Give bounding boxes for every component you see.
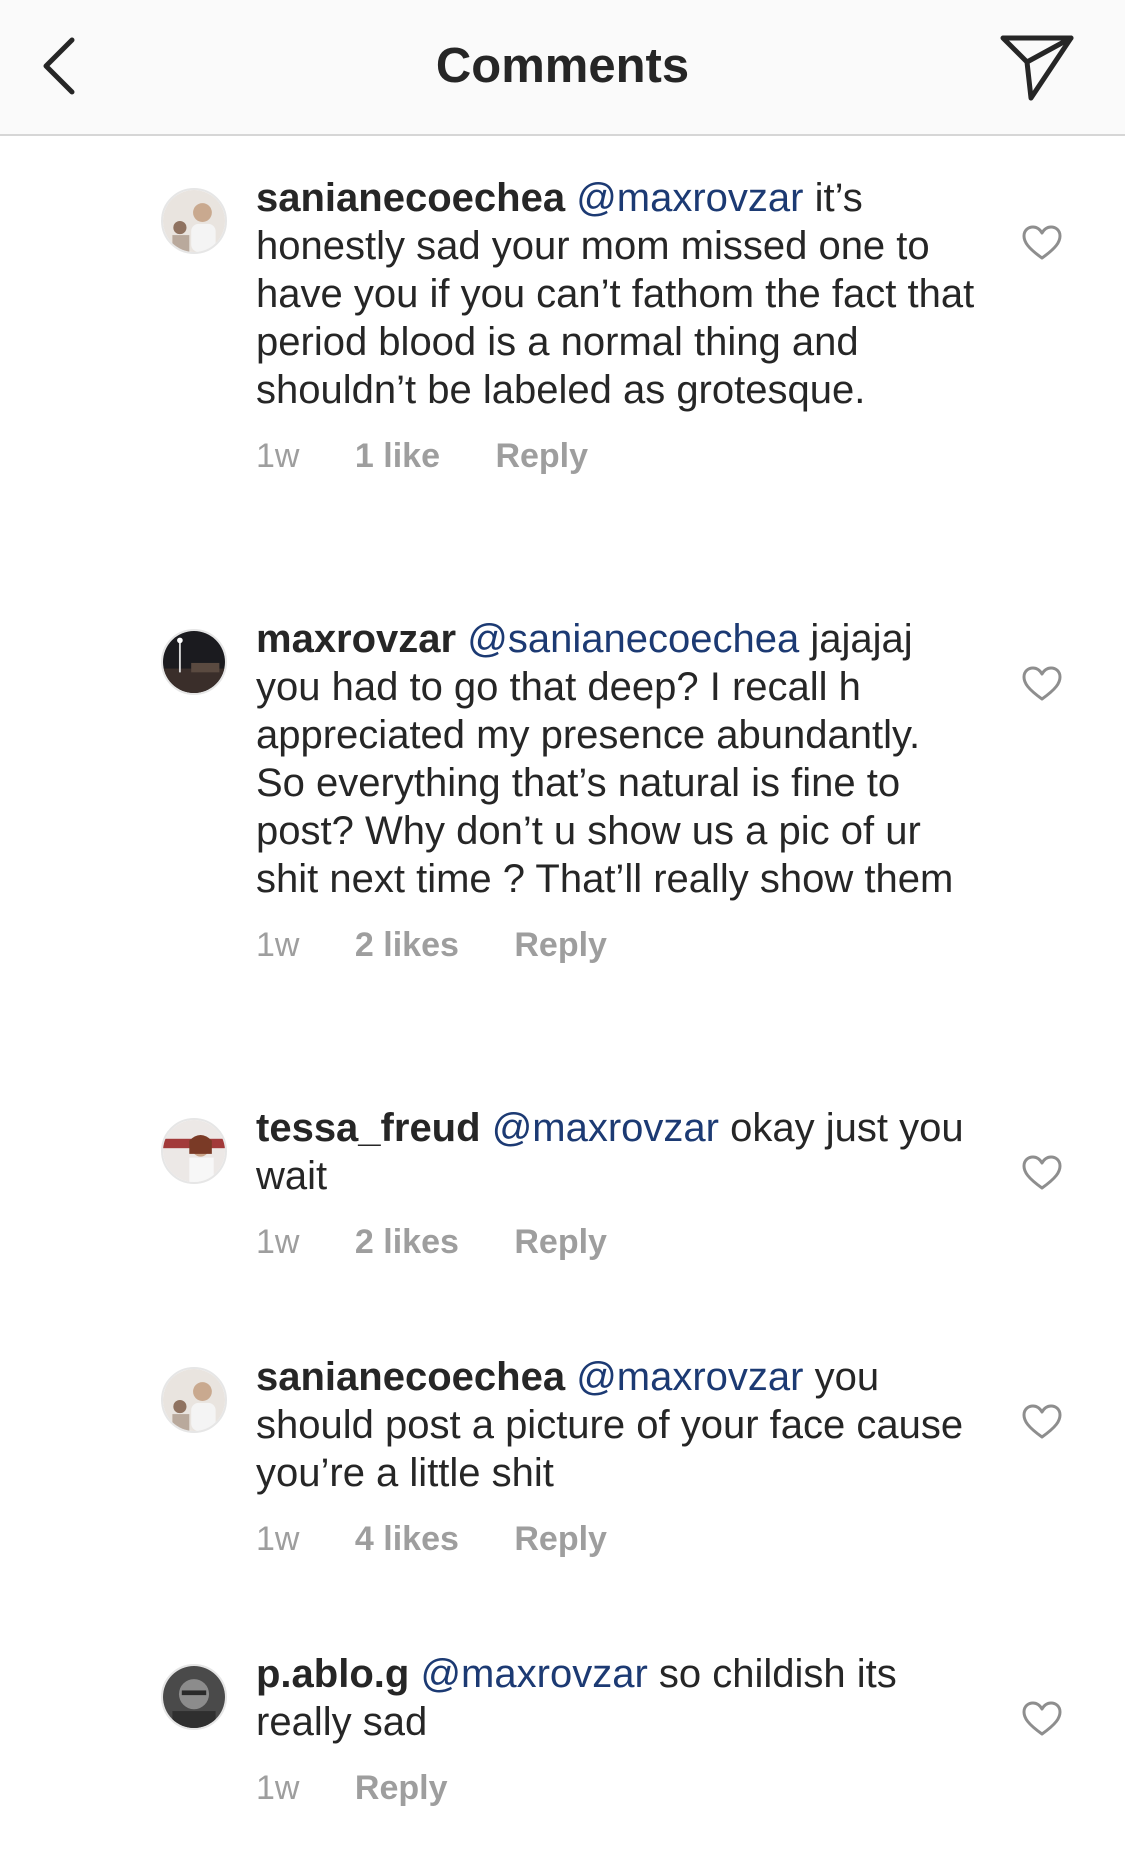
comment-mention[interactable]: @maxrovzar (420, 1652, 647, 1696)
comment-likes[interactable]: 2 likes (355, 921, 459, 969)
reply-button[interactable]: Reply (355, 1764, 448, 1812)
reply-button[interactable]: Reply (514, 921, 607, 969)
avatar[interactable] (161, 188, 227, 254)
comment-username[interactable]: maxrovzar (256, 617, 456, 661)
comment-mention[interactable]: @sanianecoechea (467, 617, 799, 661)
comment-meta: 1w 2 likes Reply (256, 1218, 976, 1266)
comment-body: tessa_freud @maxrovzar okay just you wai… (256, 1104, 976, 1266)
comment-body: p.ablo.g @maxrovzar so childish its real… (256, 1650, 976, 1812)
avatar[interactable] (161, 1664, 227, 1730)
comment-likes[interactable]: 1 like (355, 432, 440, 480)
comment-username[interactable]: p.ablo.g (256, 1652, 409, 1696)
comment-mention[interactable]: @maxrovzar (576, 176, 803, 220)
comment-username[interactable]: sanianecoechea (256, 176, 565, 220)
share-button[interactable] (997, 32, 1077, 104)
reply-button[interactable]: Reply (495, 432, 588, 480)
comment-meta: 1w 4 likes Reply (256, 1515, 976, 1563)
comment-meta: 1w 1 like Reply (256, 432, 976, 480)
heart-icon[interactable] (1022, 225, 1062, 261)
heart-icon[interactable] (1022, 666, 1062, 702)
reply-button[interactable]: Reply (514, 1515, 607, 1563)
page-title: Comments (435, 39, 690, 93)
comment-likes[interactable]: 4 likes (355, 1515, 459, 1563)
heart-icon[interactable] (1022, 1701, 1062, 1737)
header-bar: Comments (0, 0, 1125, 136)
comment-mention[interactable]: @maxrovzar (576, 1355, 803, 1399)
comment-mention[interactable]: @maxrovzar (492, 1106, 719, 1150)
comment-time: 1w (256, 1520, 300, 1558)
comment-meta: 1w 2 likes Reply (256, 921, 976, 969)
avatar[interactable] (161, 1118, 227, 1184)
comment-body: sanianecoechea @maxrovzar you should pos… (256, 1353, 976, 1563)
comment-body: sanianecoechea @maxrovzar it’s honestly … (256, 174, 976, 480)
heart-icon[interactable] (1022, 1155, 1062, 1191)
comment-time: 1w (256, 437, 300, 475)
comment-meta: 1w Reply (256, 1764, 976, 1812)
comment-time: 1w (256, 926, 300, 964)
paper-plane-icon (1000, 35, 1074, 101)
comment-body: maxrovzar @sanianecoechea jajajaj you ha… (256, 615, 976, 969)
comment-time: 1w (256, 1769, 300, 1807)
comment-username[interactable]: sanianecoechea (256, 1355, 565, 1399)
comment-time: 1w (256, 1223, 300, 1261)
avatar[interactable] (161, 629, 227, 695)
heart-icon[interactable] (1022, 1404, 1062, 1440)
comment-likes[interactable]: 2 likes (355, 1218, 459, 1266)
reply-button[interactable]: Reply (514, 1218, 607, 1266)
comment-username[interactable]: tessa_freud (256, 1106, 481, 1150)
avatar[interactable] (161, 1367, 227, 1433)
